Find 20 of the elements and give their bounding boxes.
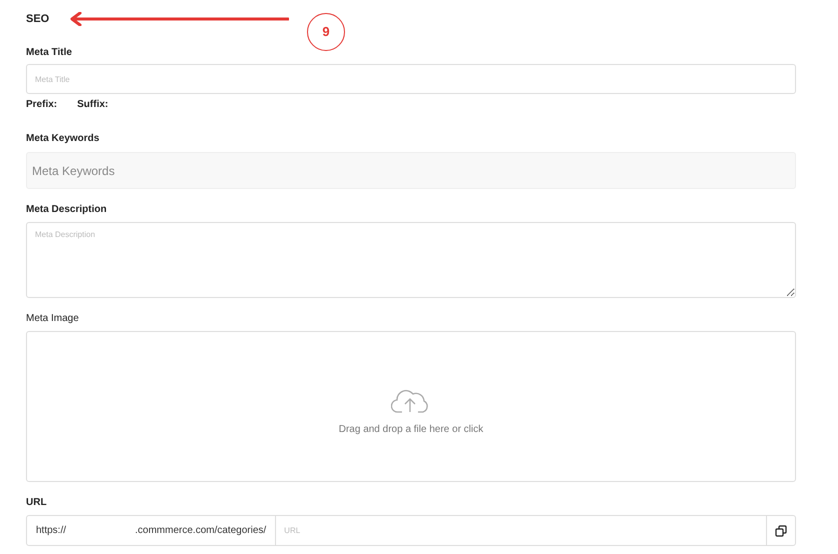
dropzone-text: Drag and drop a file here or click [338, 423, 484, 437]
url-input[interactable]: URL [276, 515, 766, 546]
url-prefix-text: .commmerce.com/categories/ [135, 524, 266, 538]
file-dropzone[interactable]: Drag and drop a file here or click [26, 331, 796, 482]
field-label: Meta Keywords [26, 132, 100, 146]
cloud-upload-icon [391, 388, 431, 414]
affix-label: Prefix: [26, 98, 58, 112]
meta-description-textarea[interactable]: Meta Description [26, 222, 796, 298]
field-label: Meta Image [26, 312, 79, 326]
field-label: URL [26, 496, 47, 510]
affix-label: Suffix: [77, 98, 108, 112]
meta-title-input[interactable]: Meta Title [26, 64, 796, 94]
step-number-badge: 9 [307, 13, 345, 51]
copy-icon [775, 524, 787, 536]
copy-button[interactable] [766, 515, 796, 546]
url-prefix-text: https:// [36, 524, 66, 538]
section-title: SEO [26, 12, 50, 27]
field-label: Meta Description [26, 202, 107, 216]
meta-keywords-input[interactable]: Meta Keywords [26, 152, 796, 189]
field-label: Meta Title [26, 46, 72, 60]
